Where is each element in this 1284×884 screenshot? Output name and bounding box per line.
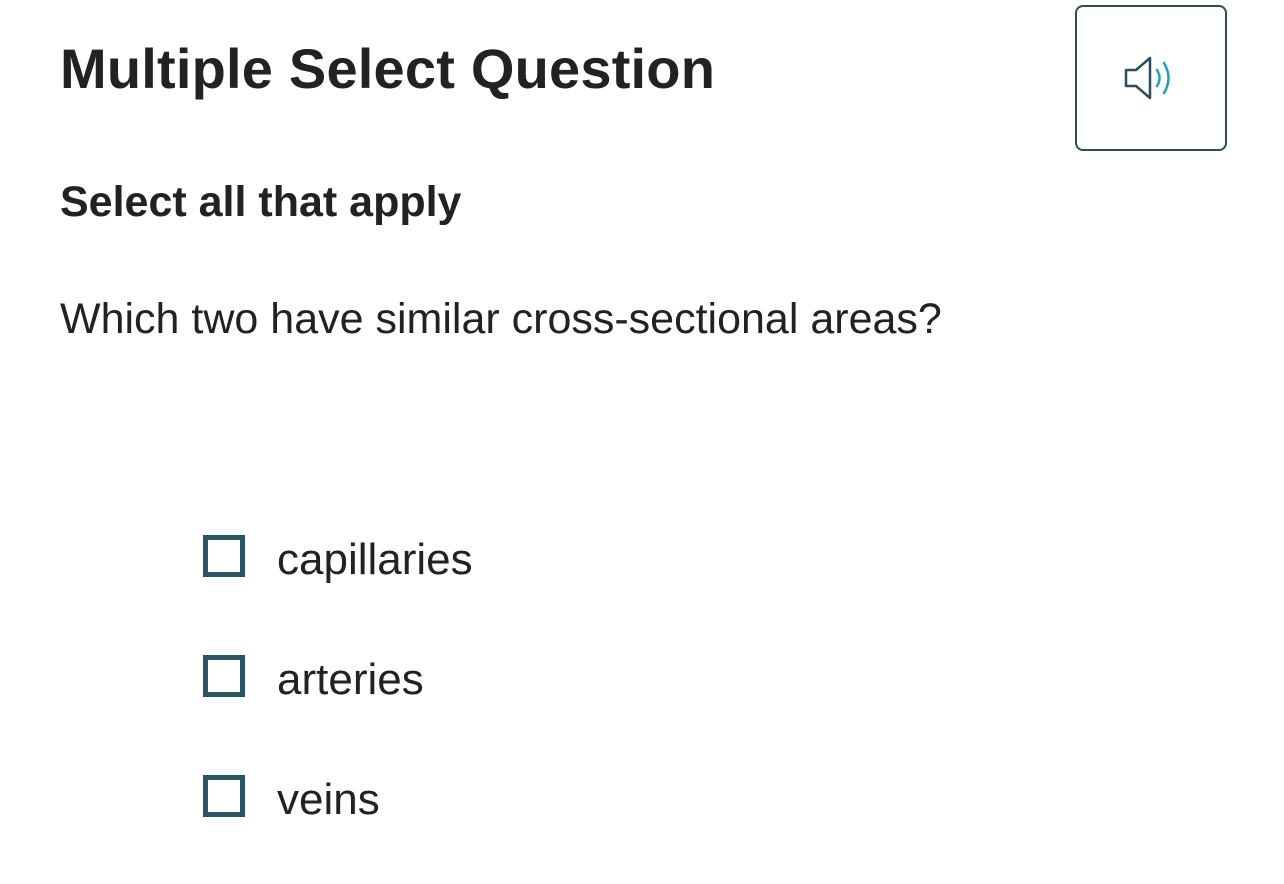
page-title: Multiple Select Question xyxy=(60,37,716,100)
option-label: veins xyxy=(277,775,380,824)
answer-options: capillaries arteries veins xyxy=(203,530,473,884)
question-prompt: Which two have similar cross-sectional a… xyxy=(60,295,942,343)
speaker-icon xyxy=(1124,54,1178,102)
checkbox[interactable] xyxy=(203,655,245,697)
answer-option-arteries[interactable]: arteries xyxy=(203,650,473,710)
answer-option-capillaries[interactable]: capillaries xyxy=(203,530,473,590)
checkbox[interactable] xyxy=(203,775,245,817)
answer-option-veins[interactable]: veins xyxy=(203,770,473,830)
instruction-text: Select all that apply xyxy=(60,178,462,226)
read-aloud-button[interactable] xyxy=(1075,5,1227,151)
question-page: Multiple Select Question Select all that… xyxy=(0,0,1284,884)
option-label: capillaries xyxy=(277,535,473,584)
option-label: arteries xyxy=(277,655,424,704)
checkbox[interactable] xyxy=(203,535,245,577)
